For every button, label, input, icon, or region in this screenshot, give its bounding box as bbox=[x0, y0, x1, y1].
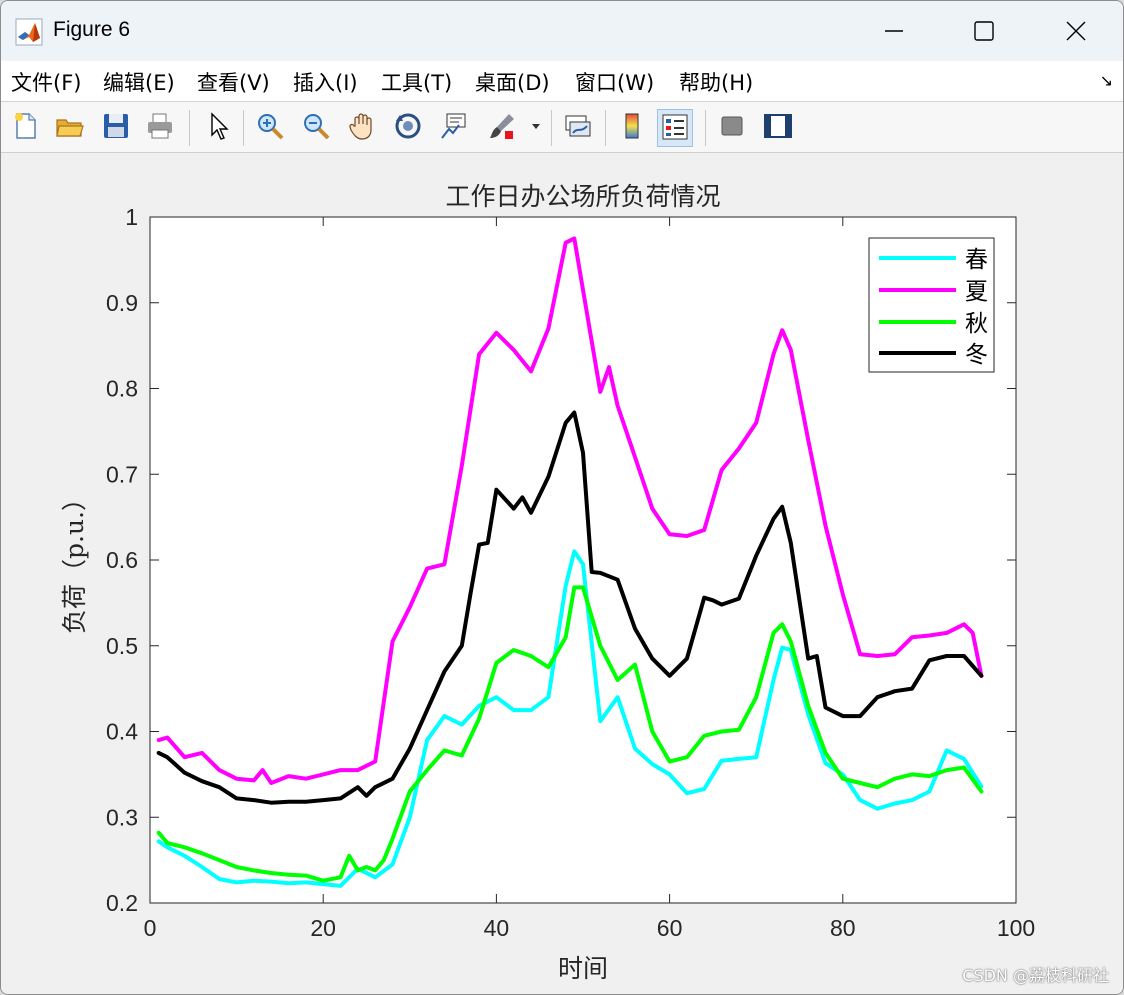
x-tick-label: 100 bbox=[997, 915, 1035, 941]
colorbar-button[interactable] bbox=[615, 109, 649, 145]
maximize-icon bbox=[974, 21, 994, 41]
pan-hand-icon bbox=[349, 113, 372, 140]
data-cursor-button[interactable] bbox=[437, 109, 471, 145]
matlab-logo-icon bbox=[15, 18, 43, 46]
hide-plot-tools-icon bbox=[721, 116, 743, 136]
new-figure-icon bbox=[15, 113, 36, 139]
y-tick-label: 0.9 bbox=[106, 290, 138, 316]
y-tick-label: 0.7 bbox=[106, 461, 138, 487]
legend-button[interactable] bbox=[657, 109, 693, 147]
open-button[interactable] bbox=[53, 109, 87, 145]
show-plot-tools-button[interactable] bbox=[761, 109, 795, 145]
legend[interactable]: 春 夏 秋 冬 bbox=[868, 237, 995, 373]
colorbar-icon bbox=[625, 113, 639, 139]
brush-dropdown[interactable] bbox=[527, 109, 545, 145]
show-plot-tools-icon bbox=[764, 114, 792, 138]
open-icon bbox=[56, 119, 84, 137]
maximize-button[interactable] bbox=[939, 1, 1029, 61]
print-icon bbox=[148, 113, 172, 139]
y-tick-label: 0.6 bbox=[106, 547, 138, 573]
new-figure-button[interactable] bbox=[9, 109, 43, 145]
save-button[interactable] bbox=[99, 109, 133, 145]
y-tick-label: 0.3 bbox=[106, 804, 138, 830]
line-chart: 0 20 40 60 80 100 0.2 0.3 0.4 0.5 0.6 0.7 0.8 0.9 1 工作… bbox=[60, 182, 1035, 983]
y-tick-label: 0.4 bbox=[106, 719, 138, 745]
watermark: CSDN @荔枝科研社 bbox=[962, 966, 1109, 985]
hide-plot-tools-button[interactable] bbox=[715, 109, 749, 145]
brush-button[interactable] bbox=[485, 109, 519, 145]
minimize-icon bbox=[885, 30, 903, 32]
pan-button[interactable] bbox=[345, 109, 379, 145]
menu-desktop[interactable]: 桌面(D) bbox=[475, 67, 550, 97]
x-tick-label: 0 bbox=[144, 915, 157, 941]
menu-edit[interactable]: 编辑(E) bbox=[103, 67, 175, 97]
minimize-button[interactable] bbox=[849, 1, 939, 61]
chart-title: 工作日办公场所负荷情况 bbox=[445, 182, 720, 211]
zoom-in-icon bbox=[258, 114, 284, 140]
data-cursor-icon bbox=[441, 113, 466, 139]
link-plot-button[interactable] bbox=[561, 109, 595, 145]
menu-view[interactable]: 查看(V) bbox=[197, 67, 270, 97]
menu-window[interactable]: 窗口(W) bbox=[575, 67, 654, 97]
brush-icon bbox=[490, 114, 514, 139]
rotate-button[interactable] bbox=[391, 109, 425, 145]
dock-arrow-icon[interactable]: ↘ bbox=[1100, 71, 1113, 90]
y-tick-label: 0.2 bbox=[106, 890, 138, 916]
select-arrow-icon bbox=[211, 112, 229, 140]
print-button[interactable] bbox=[143, 109, 177, 145]
y-tick-label: 1 bbox=[125, 204, 138, 230]
zoom-out-button[interactable] bbox=[299, 109, 333, 145]
menu-file[interactable]: 文件(F) bbox=[11, 67, 81, 97]
close-icon bbox=[1066, 21, 1086, 41]
zoom-in-button[interactable] bbox=[253, 109, 287, 145]
legend-label-winter: 冬 bbox=[965, 342, 988, 368]
figure-canvas: 0 20 40 60 80 100 0.2 0.3 0.4 0.5 0.6 0.7 0.8 0.9 1 工作… bbox=[1, 153, 1123, 994]
x-tick-label: 20 bbox=[310, 915, 336, 941]
title-bar[interactable]: Figure 6 bbox=[1, 1, 1123, 61]
y-tick-label: 0.5 bbox=[106, 633, 138, 659]
legend-label-autumn: 秋 bbox=[965, 311, 988, 337]
window-title: Figure 6 bbox=[53, 18, 131, 41]
legend-icon bbox=[662, 114, 688, 140]
legend-label-spring: 春 bbox=[965, 247, 988, 273]
x-axis-label: 时间 bbox=[558, 954, 608, 983]
y-tick-label: 0.8 bbox=[106, 376, 138, 402]
x-tick-label: 80 bbox=[830, 915, 856, 941]
menu-tools[interactable]: 工具(T) bbox=[381, 67, 452, 97]
close-button[interactable] bbox=[1031, 1, 1121, 61]
figure-toolbar bbox=[1, 102, 1123, 153]
legend-label-summer: 夏 bbox=[965, 279, 988, 305]
menu-bar: 文件(F) 编辑(E) 查看(V) 插入(I) 工具(T) 桌面(D) 窗口(W… bbox=[1, 61, 1123, 102]
menu-insert[interactable]: 插入(I) bbox=[293, 67, 358, 97]
select-button[interactable] bbox=[201, 109, 235, 145]
rotate-3d-icon bbox=[395, 113, 421, 139]
x-tick-label: 40 bbox=[484, 915, 510, 941]
figure-window: Figure 6 文件(F) 编辑(E) 查看(V) 插入(I) 工具(T) 桌… bbox=[0, 0, 1124, 995]
menu-help[interactable]: 帮助(H) bbox=[679, 67, 753, 97]
dropdown-arrow-icon bbox=[532, 124, 540, 129]
zoom-out-icon bbox=[304, 114, 330, 140]
y-axis-label: 负荷（p.u.） bbox=[60, 486, 89, 634]
x-tick-label: 60 bbox=[657, 915, 683, 941]
link-plot-icon bbox=[565, 115, 591, 137]
save-icon bbox=[104, 114, 128, 138]
